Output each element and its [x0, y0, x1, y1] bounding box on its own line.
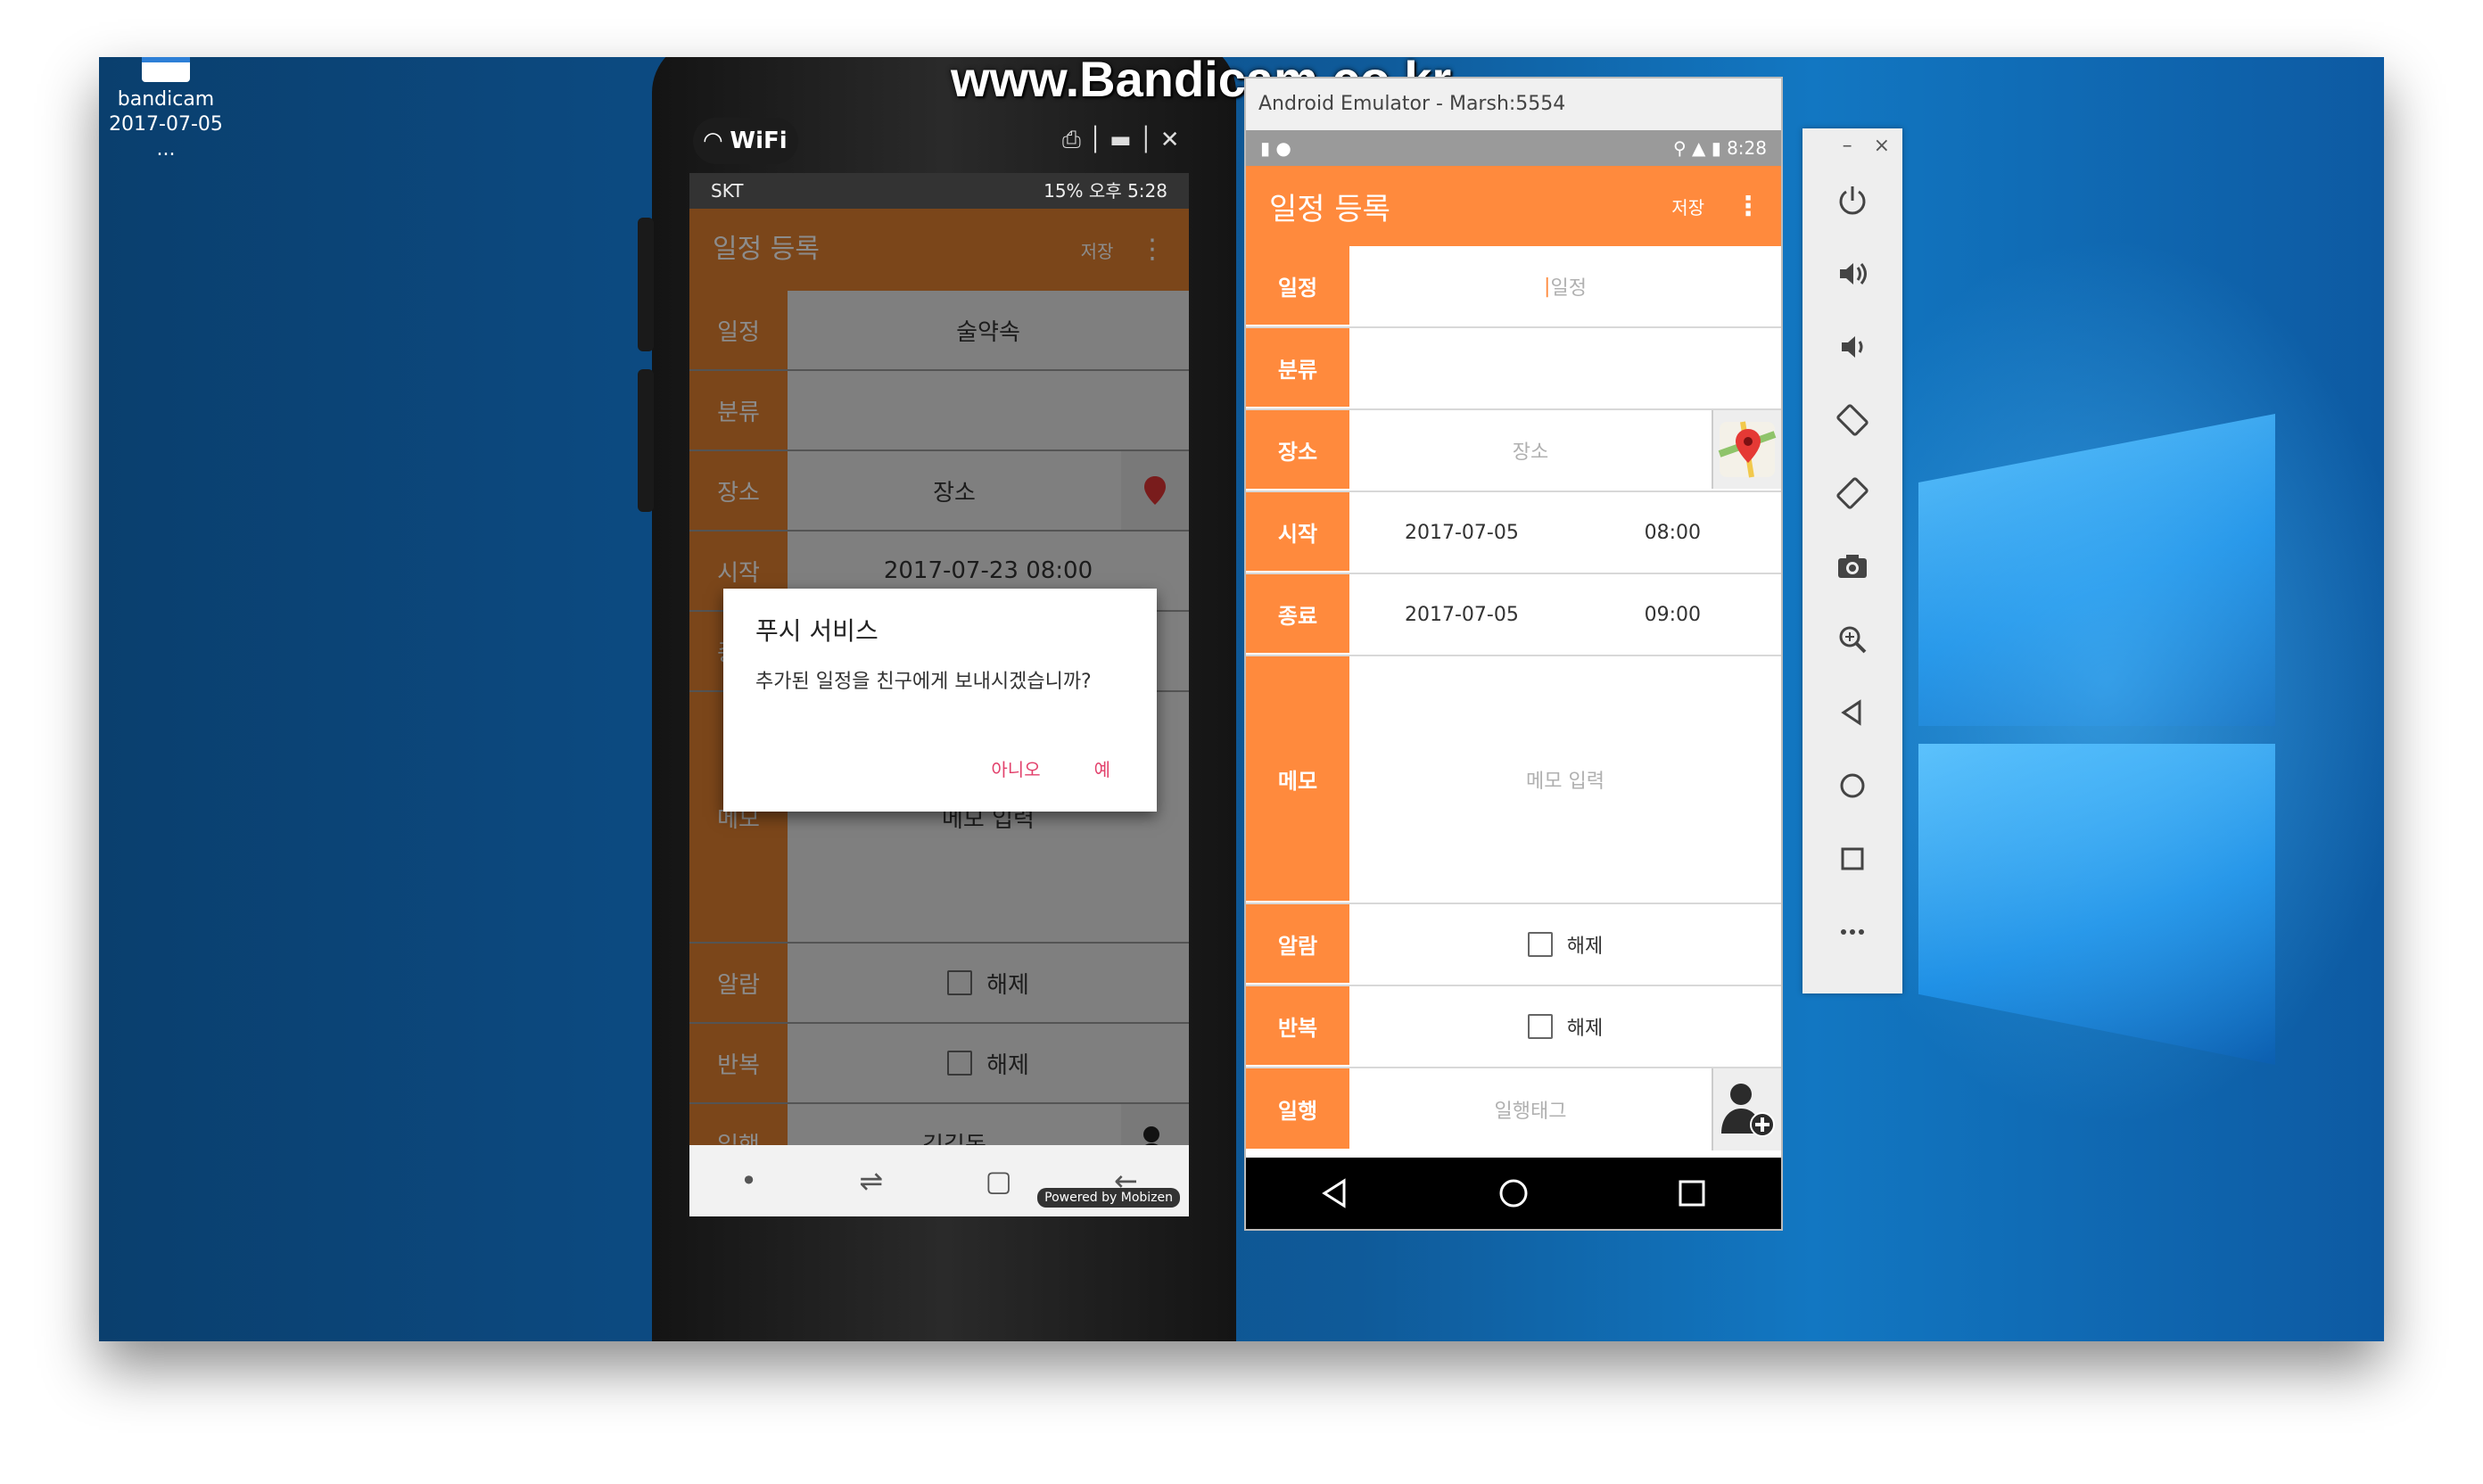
- emulator-toolbar: – ×: [1802, 128, 1902, 993]
- zoom-icon[interactable]: [1802, 603, 1902, 676]
- appbar-title: 일정 등록: [1269, 191, 1390, 227]
- power-icon[interactable]: [1802, 164, 1902, 237]
- alarm-text: 해제: [1566, 936, 1604, 958]
- emulator-nav-bar: [1246, 1158, 1781, 1229]
- camera-icon[interactable]: [1802, 530, 1902, 603]
- start-time[interactable]: 08:00: [1645, 522, 1701, 544]
- desktop-icon-label: bandicam: [117, 88, 215, 111]
- overview-icon[interactable]: [1674, 1175, 1710, 1211]
- recent-apps-icon[interactable]: ⇌: [859, 1164, 883, 1198]
- alarm-checkbox[interactable]: [1527, 932, 1553, 957]
- rotate-left-icon[interactable]: [1802, 383, 1902, 457]
- dialog-title: 푸시 서비스: [755, 616, 879, 646]
- powered-by-badge: Powered by Mobizen: [1037, 1188, 1180, 1208]
- home-icon[interactable]: [1802, 749, 1902, 822]
- companion-placeholder: 일행태그: [1494, 1101, 1567, 1123]
- mirror-window-controls[interactable]: ⎙ │ ▬ │ ✕: [1062, 127, 1180, 154]
- home-icon[interactable]: [1496, 1175, 1531, 1211]
- carrier-label: SKT: [711, 180, 744, 202]
- category-input[interactable]: [1349, 328, 1781, 408]
- wifi-icon: ◠: [704, 128, 730, 154]
- place-label: 장소: [1246, 410, 1349, 491]
- repeat-label: 반복: [1246, 986, 1349, 1067]
- back-icon[interactable]: [1317, 1175, 1353, 1211]
- memo-label: 메모: [1246, 656, 1349, 903]
- emulator-title-bar[interactable]: Android Emulator - Marsh:5554: [1246, 78, 1781, 130]
- dialog-yes-button[interactable]: 예: [1094, 755, 1110, 781]
- schedule-placeholder: 일정: [1550, 277, 1587, 300]
- memo-input[interactable]: 메모 입력: [1349, 656, 1781, 903]
- end-time[interactable]: 09:00: [1645, 604, 1701, 626]
- repeat-toggle[interactable]: 해제: [1349, 986, 1781, 1067]
- start-date[interactable]: 2017-07-05: [1405, 522, 1519, 544]
- phone-nav-bar: • ⇌ ▢ ← Powered by Mobizen: [689, 1145, 1189, 1216]
- place-placeholder: 장소: [1512, 441, 1549, 464]
- phone-screen: SKT 15% 오후 5:28 일정 등록 저장 ⋮ 일정 술약속 분류 장소 장소…: [689, 173, 1189, 1216]
- row-memo: 메모 메모 입력: [1246, 656, 1781, 904]
- alarm-toggle[interactable]: 해제: [1349, 904, 1781, 985]
- phone-side-button: [638, 218, 654, 351]
- companion-input[interactable]: 일행태그: [1349, 1068, 1712, 1150]
- phone-side-button: [638, 369, 654, 512]
- category-label: 분류: [1246, 328, 1349, 408]
- row-repeat: 반복 해제: [1246, 986, 1781, 1068]
- dot-icon[interactable]: •: [740, 1164, 757, 1198]
- phone-status-bar: SKT 15% 오후 5:28: [689, 173, 1189, 209]
- notification-icons: ▮ ●: [1260, 137, 1291, 159]
- add-person-icon[interactable]: [1712, 1068, 1781, 1150]
- row-start: 시작 2017-07-05 08:00: [1246, 492, 1781, 574]
- row-end: 종료 2017-07-05 09:00: [1246, 574, 1781, 656]
- rotate-right-icon[interactable]: [1802, 457, 1902, 530]
- alarm-label: 알람: [1246, 904, 1349, 985]
- row-category: 분류: [1246, 328, 1781, 410]
- more-icon[interactable]: [1802, 895, 1902, 969]
- emulator-appbar: 일정 등록 저장 ⋮: [1246, 166, 1781, 246]
- start-label: 시작: [1246, 492, 1349, 573]
- memo-placeholder: 메모 입력: [1526, 771, 1604, 793]
- schedule-label: 일정: [1246, 246, 1349, 326]
- back-icon[interactable]: [1802, 676, 1902, 749]
- wifi-indicator: ◠ WiFi: [693, 118, 798, 164]
- overview-icon[interactable]: [1802, 822, 1902, 895]
- phone-status-text: 15% 오후 5:28: [1044, 180, 1167, 202]
- save-button[interactable]: 저장: [1671, 194, 1704, 219]
- start-input[interactable]: 2017-07-05 08:00: [1349, 492, 1781, 573]
- end-input[interactable]: 2017-07-05 09:00: [1349, 574, 1781, 655]
- overflow-menu-icon[interactable]: ⋮: [1735, 191, 1761, 222]
- push-service-dialog: 푸시 서비스 추가된 일정을 친구에게 보내시겠습니까? 아니오 예: [723, 589, 1157, 812]
- companion-label: 일행: [1246, 1068, 1349, 1150]
- bandicam-icon: [142, 57, 190, 82]
- mirrored-phone: ◠ WiFi ⎙ │ ▬ │ ✕ SKT 15% 오후 5:28 일정 등록 저…: [638, 57, 1236, 1341]
- row-alarm: 알람 해제: [1246, 904, 1781, 986]
- place-input[interactable]: 장소: [1349, 410, 1712, 491]
- row-schedule: 일정 | 일정: [1246, 246, 1781, 328]
- end-date[interactable]: 2017-07-05: [1405, 604, 1519, 626]
- schedule-input[interactable]: | 일정: [1349, 246, 1781, 326]
- dialog-no-button[interactable]: 아니오: [991, 755, 1040, 781]
- volume-up-icon[interactable]: [1802, 237, 1902, 310]
- status-clock: 8:28: [1727, 137, 1767, 159]
- wifi-label: WiFi: [730, 128, 788, 154]
- row-place: 장소 장소: [1246, 410, 1781, 492]
- repeat-checkbox[interactable]: [1527, 1014, 1553, 1039]
- close-button[interactable]: ×: [1874, 128, 1890, 164]
- dialog-message: 추가된 일정을 친구에게 보내시겠습니까?: [755, 671, 1092, 693]
- desktop-icon-sublabel: 2017-07-05 ...: [109, 113, 223, 161]
- end-label: 종료: [1246, 574, 1349, 655]
- minimize-button[interactable]: –: [1843, 128, 1852, 164]
- android-emulator-window: Android Emulator - Marsh:5554 ▮ ● ⚲ ▲ ▮ …: [1246, 78, 1781, 1229]
- map-icon[interactable]: [1712, 410, 1781, 489]
- volume-down-icon[interactable]: [1802, 310, 1902, 383]
- emulator-status-bar: ▮ ● ⚲ ▲ ▮ 8:28: [1246, 130, 1781, 166]
- row-companion: 일행 일행태그: [1246, 1068, 1781, 1150]
- status-icons: ⚲ ▲ ▮: [1672, 137, 1728, 159]
- windows-desktop: bandicam 2017-07-05 ... ◠ WiFi ⎙ │ ▬ │ ✕…: [99, 57, 2384, 1341]
- home-icon[interactable]: ▢: [985, 1164, 1011, 1198]
- repeat-text: 해제: [1566, 1018, 1604, 1040]
- bandicam-desktop-icon[interactable]: bandicam 2017-07-05 ...: [99, 57, 233, 162]
